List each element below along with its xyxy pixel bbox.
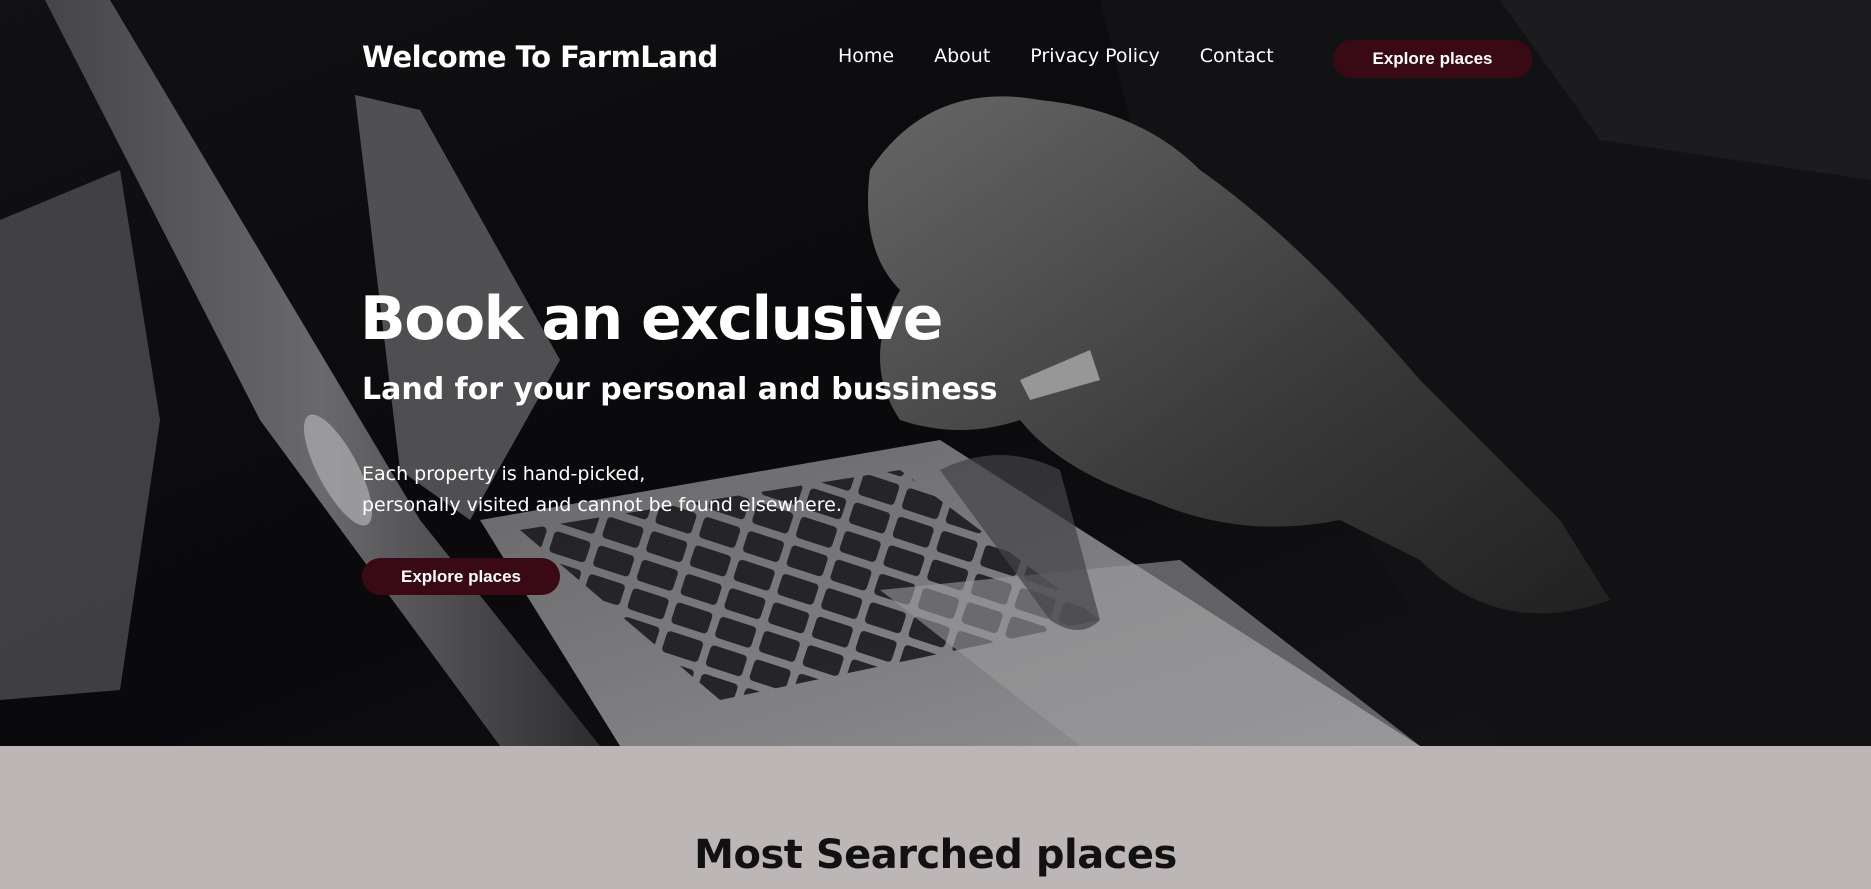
nav-link-contact[interactable]: Contact — [1200, 45, 1274, 67]
hero-section: Welcome To FarmLand Home About Privacy P… — [0, 0, 1871, 746]
hero-explore-places-button[interactable]: Explore places — [362, 558, 560, 595]
nav-link-privacy-policy[interactable]: Privacy Policy — [1030, 45, 1159, 67]
hero-description-line-1: Each property is hand-picked, — [362, 463, 646, 485]
hero-description: Each property is hand-picked, personally… — [362, 459, 842, 521]
hero-subtitle: Land for your personal and bussiness — [362, 372, 998, 407]
nav-link-home[interactable]: Home — [838, 45, 894, 67]
hero-title: Book an exclusive — [360, 284, 943, 354]
main-navigation: Home About Privacy Policy Contact — [838, 45, 1274, 67]
hero-description-line-2: personally visited and cannot be found e… — [362, 494, 842, 516]
nav-link-about[interactable]: About — [934, 45, 990, 67]
nav-explore-places-button[interactable]: Explore places — [1333, 40, 1532, 78]
brand-logo-text[interactable]: Welcome To FarmLand — [362, 40, 718, 74]
most-searched-places-heading: Most Searched places — [694, 832, 1177, 878]
